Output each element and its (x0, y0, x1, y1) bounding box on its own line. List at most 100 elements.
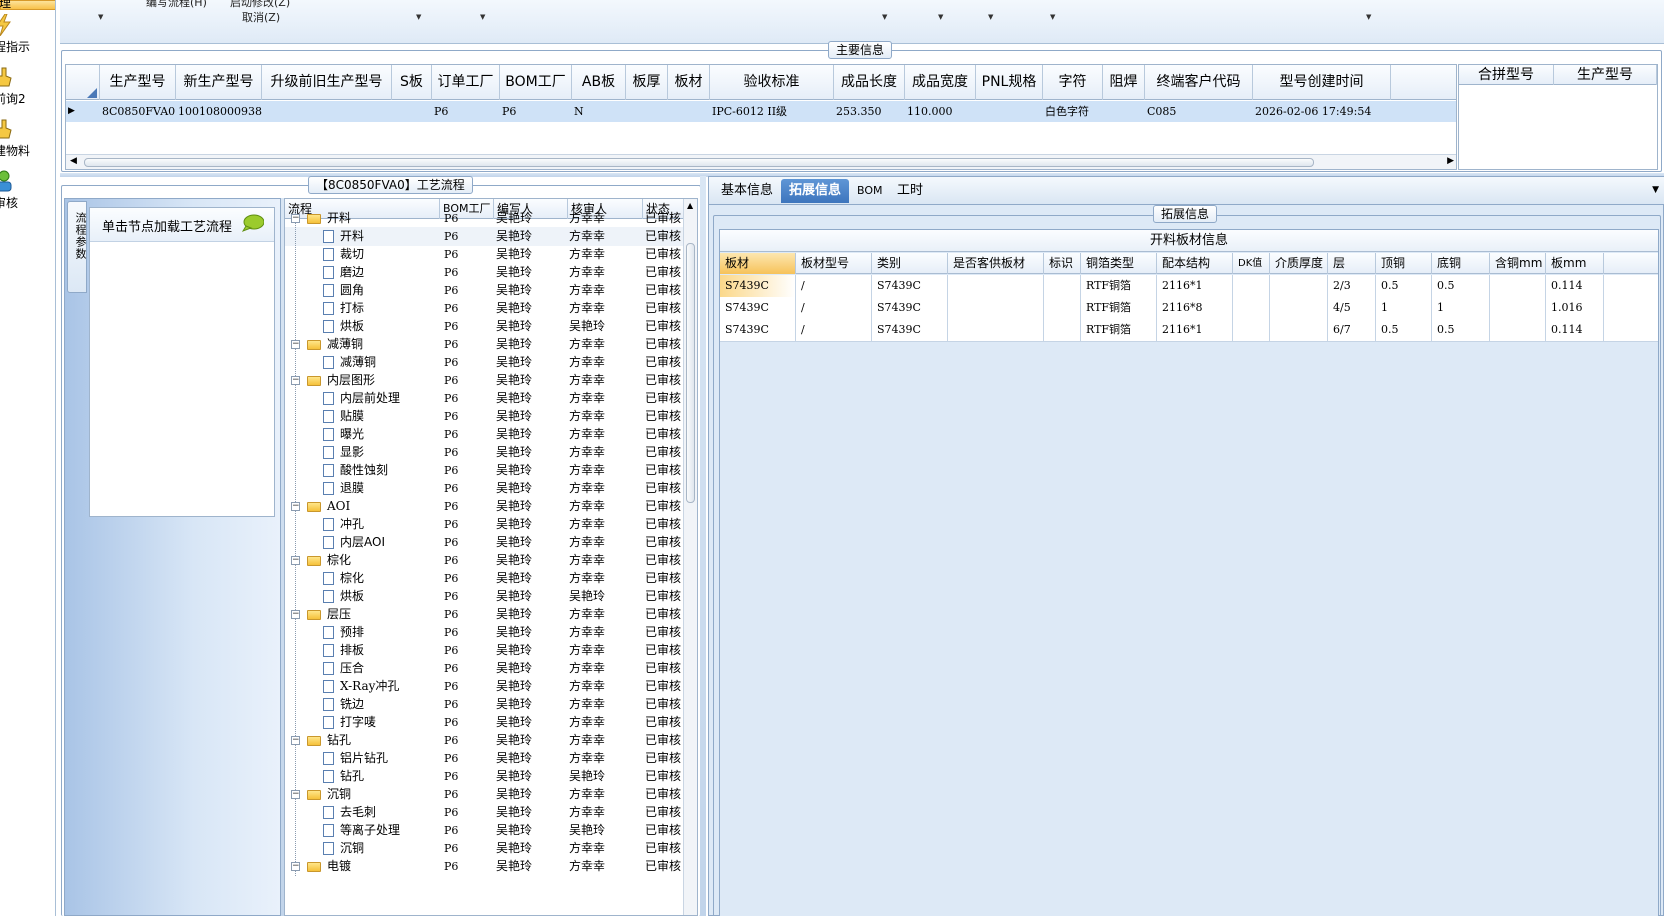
table-cell[interactable]: 0.5 (1376, 275, 1432, 297)
col-header[interactable]: 生产型号 (100, 65, 176, 100)
table-cell[interactable]: 已审核 (645, 623, 685, 642)
table-cell[interactable] (948, 319, 1044, 341)
table-cell[interactable]: 已审核 (645, 227, 685, 246)
table-row[interactable]: 棕化 P6 吴艳玲 方幸幸 已审核 (285, 569, 685, 588)
table-cell[interactable]: 方幸幸 (569, 245, 643, 264)
table-cell[interactable]: 已审核 (645, 335, 685, 354)
collapse-icon[interactable]: − (291, 502, 300, 511)
table-cell[interactable]: S7439C (872, 275, 948, 297)
table-row[interactable]: 退膜 P6 吴艳玲 方幸幸 已审核 (285, 479, 685, 498)
table-cell[interactable]: 吴艳玲 (496, 353, 568, 372)
table-row[interactable]: 等离子处理 P6 吴艳玲 吴艳玲 已审核 (285, 821, 685, 840)
table-cell[interactable]: 已审核 (645, 353, 685, 372)
table-row[interactable]: 内层AOI P6 吴艳玲 方幸幸 已审核 (285, 533, 685, 552)
table-cell[interactable]: 已审核 (645, 299, 685, 318)
table-cell[interactable]: 已审核 (645, 587, 685, 606)
table-cell[interactable]: 方幸幸 (569, 425, 643, 444)
table-cell[interactable]: 已审核 (645, 443, 685, 462)
tree-node[interactable]: 冲孔 (285, 515, 440, 534)
table-cell[interactable] (1233, 297, 1270, 319)
table-cell[interactable]: 已审核 (645, 803, 685, 822)
col-header[interactable]: 订单工厂 (432, 65, 500, 100)
table-row[interactable]: 内层前处理 P6 吴艳玲 方幸幸 已审核 (285, 389, 685, 408)
table-cell[interactable]: 已审核 (645, 695, 685, 714)
table-cell[interactable]: 吴艳玲 (496, 821, 568, 840)
table-cell[interactable]: 方幸幸 (569, 533, 643, 552)
table-cell[interactable]: 方幸幸 (569, 407, 643, 426)
table-cell[interactable] (668, 101, 710, 122)
dropdown-arrow-icon[interactable]: ▼ (1050, 13, 1055, 21)
table-row[interactable]: 酸性蚀刻 P6 吴艳玲 方幸幸 已审核 (285, 461, 685, 480)
table-cell[interactable]: 吴艳玲 (496, 281, 568, 300)
table-cell[interactable]: 方幸幸 (569, 605, 643, 624)
table-cell[interactable]: 已审核 (645, 677, 685, 696)
table-cell[interactable]: 已审核 (645, 245, 685, 264)
table-cell[interactable]: S7439C (720, 297, 796, 319)
table-cell[interactable]: 方幸幸 (569, 641, 643, 660)
table-cell[interactable]: 吴艳玲 (496, 443, 568, 462)
table-cell[interactable]: 方幸幸 (569, 731, 643, 750)
table-cell[interactable] (1103, 101, 1145, 122)
tab-basic-info[interactable]: 基本信息 (713, 179, 781, 203)
tree-node[interactable]: 酸性蚀刻 (285, 461, 440, 480)
table-row[interactable]: S7439C / S7439C RTF铜箔 2116*1 2/3 0.5 0.5 0.114 (720, 275, 1658, 298)
table-cell[interactable]: 吴艳玲 (496, 749, 568, 768)
tree-node[interactable]: 磨边 (285, 263, 440, 282)
table-cell[interactable]: P6 (444, 713, 494, 732)
table-cell[interactable]: P6 (444, 623, 494, 642)
table-cell[interactable]: 已审核 (645, 389, 685, 408)
table-cell[interactable] (1270, 297, 1328, 319)
table-cell[interactable]: RTF铜箔 (1081, 275, 1157, 297)
table-cell[interactable]: 吴艳玲 (496, 569, 568, 588)
table-cell[interactable]: P6 (444, 281, 494, 300)
tree-node[interactable]: 裁切 (285, 245, 440, 264)
table-cell[interactable]: 2026-02-06 17:49:54 (1253, 101, 1391, 122)
table-cell[interactable]: 已审核 (645, 569, 685, 588)
table-cell[interactable]: / (796, 275, 872, 297)
table-cell[interactable]: 已审核 (645, 641, 685, 660)
table-cell[interactable]: 吴艳玲 (496, 713, 568, 732)
table-cell[interactable]: 吴艳玲 (496, 479, 568, 498)
table-cell[interactable]: 1 (1432, 297, 1490, 319)
table-cell[interactable]: 吴艳玲 (496, 803, 568, 822)
vertical-scrollbar[interactable]: ▲ (683, 199, 697, 915)
table-cell[interactable]: 吴艳玲 (496, 209, 568, 228)
table-cell[interactable]: 0.114 (1546, 319, 1604, 341)
table-cell[interactable]: 2116*1 (1157, 275, 1233, 297)
table-cell[interactable] (392, 101, 432, 122)
col-header[interactable]: 验收标准 (710, 65, 834, 100)
table-cell[interactable] (1233, 275, 1270, 297)
col-header[interactable]: 标识 (1044, 253, 1081, 274)
col-header[interactable]: DK值 (1233, 253, 1270, 274)
col-header[interactable]: 铜箔类型 (1081, 253, 1157, 274)
col-header[interactable]: 底铜 (1432, 253, 1490, 274)
col-header[interactable]: 终端客户代码 (1145, 65, 1253, 100)
table-cell[interactable]: 吴艳玲 (496, 731, 568, 750)
tree-node[interactable]: − 钻孔 (285, 731, 440, 750)
collapse-icon[interactable]: − (291, 790, 300, 799)
table-row[interactable]: 打标 P6 吴艳玲 方幸幸 已审核 (285, 299, 685, 318)
col-header[interactable]: PNL规格 (976, 65, 1043, 100)
table-cell[interactable]: 吴艳玲 (496, 551, 568, 570)
nav-item-process-guide[interactable]: 程指示 (0, 14, 55, 66)
col-header[interactable]: 板mm (1546, 253, 1604, 274)
table-cell[interactable]: S7439C (872, 297, 948, 319)
table-row[interactable]: 减薄铜 P6 吴艳玲 方幸幸 已审核 (285, 353, 685, 372)
vertical-splitter[interactable] (700, 176, 706, 916)
table-cell[interactable]: P6 (444, 695, 494, 714)
tab-bom[interactable]: BOM (849, 179, 891, 203)
table-cell[interactable]: 方幸幸 (569, 263, 643, 282)
table-cell[interactable]: 方幸幸 (569, 695, 643, 714)
tree-node[interactable]: 打标 (285, 299, 440, 318)
tree-node[interactable]: 贴膜 (285, 407, 440, 426)
table-cell[interactable]: 吴艳玲 (496, 407, 568, 426)
table-cell[interactable]: P6 (444, 821, 494, 840)
table-row[interactable]: − 内层图形 P6 吴艳玲 方幸幸 已审核 (285, 371, 685, 390)
table-cell[interactable]: P6 (500, 101, 572, 122)
table-cell[interactable] (1270, 275, 1328, 297)
col-header[interactable]: 是否客供板材 (948, 253, 1044, 274)
table-cell[interactable]: 已审核 (645, 785, 685, 804)
table-cell[interactable]: P6 (444, 479, 494, 498)
tree-node[interactable]: 减薄铜 (285, 353, 440, 372)
nav-top-item[interactable]: 理 (0, 0, 55, 10)
